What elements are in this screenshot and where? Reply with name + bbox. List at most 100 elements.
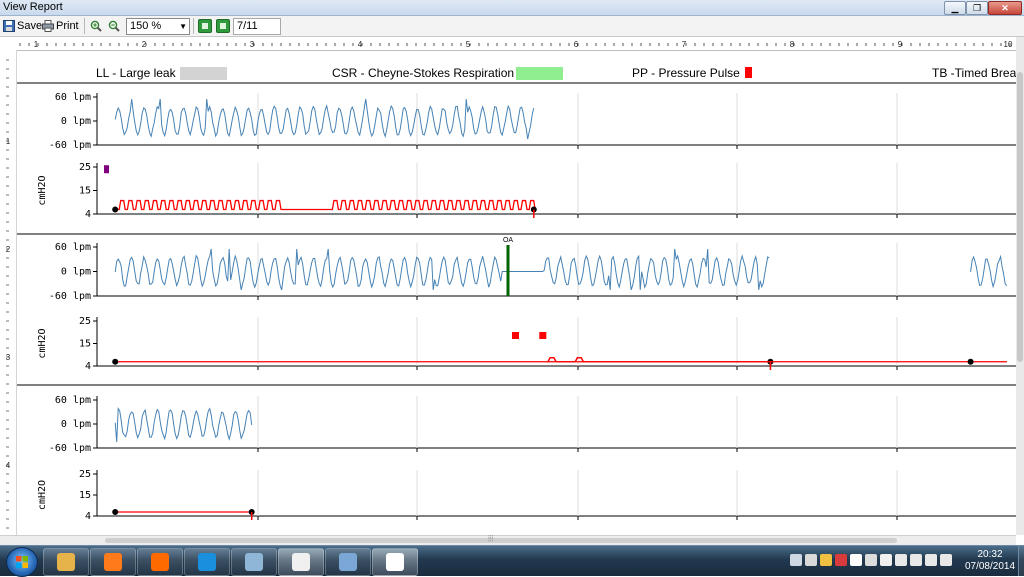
axis-unit-label: cmH2O [37, 480, 48, 510]
print-button[interactable]: Print [42, 19, 79, 33]
pressure-series-line [546, 357, 1007, 363]
print-label: Print [56, 20, 79, 32]
zoom-in-button[interactable] [90, 19, 104, 33]
file-explorer-icon [57, 553, 75, 571]
paint-icon [339, 553, 357, 571]
y-tick-label: 60 lpm [55, 92, 91, 103]
y-tick-label: 25 [79, 469, 91, 480]
clock-date: 07/08/2014 [964, 561, 1016, 572]
event-label: OA [503, 237, 513, 244]
report-viewer-icon [386, 553, 404, 571]
close-button[interactable]: ✕ [988, 1, 1022, 15]
shield-icon[interactable] [850, 554, 862, 566]
ruler-label: 1 [34, 40, 39, 49]
zoom-select[interactable]: 150 % ▼ [126, 18, 190, 35]
y-tick-label: 15 [79, 186, 91, 197]
clock-time: 20:32 [977, 549, 1003, 560]
wifi-icon[interactable] [910, 554, 922, 566]
title-bar: View Report ▁ ❐ ✕ [0, 0, 1024, 16]
phone-icon[interactable] [880, 554, 892, 566]
series-start-point [112, 206, 119, 213]
taskbar-button[interactable] [278, 548, 324, 576]
show-desktop-button[interactable] [1018, 546, 1024, 576]
minimize-button[interactable]: ▁ [944, 1, 966, 15]
vertical-scroll-thumb[interactable] [1017, 72, 1023, 362]
ruler-label: 3 [6, 353, 11, 362]
internet-explorer-icon [198, 553, 216, 571]
axis-unit-label: cmH2O [37, 328, 48, 358]
y-tick-label: 25 [79, 162, 91, 173]
next-page-button[interactable] [216, 19, 230, 33]
ruler-label: 1 [6, 137, 11, 146]
taskbar-button[interactable] [231, 548, 277, 576]
toolbar-separator [84, 18, 85, 34]
network-app-icon[interactable] [805, 554, 817, 566]
clock[interactable]: 20:32 07/08/2014 [962, 549, 1018, 573]
save-button[interactable]: Save [3, 19, 42, 33]
pressure-series-line [115, 199, 536, 211]
flow-series-line [114, 407, 253, 443]
ruler-label: 9 [898, 40, 903, 49]
y-tick-label: -60 lpm [49, 443, 91, 454]
zoom-out-icon [108, 20, 120, 32]
flow-series-line [114, 248, 770, 291]
system-tray [790, 552, 960, 570]
ruler-label: 2 [6, 245, 11, 254]
taskbar-button[interactable] [90, 548, 136, 576]
taskbar-button[interactable] [325, 548, 371, 576]
toolbar-separator [193, 18, 194, 34]
y-tick-label: 0 lpm [61, 116, 91, 127]
taskbar-button[interactable] [372, 548, 418, 576]
vertical-ruler: 1 2 3 4 [0, 50, 17, 535]
page-indicator[interactable]: 7/11 [233, 18, 281, 35]
pressure-pulse-marker [512, 332, 519, 339]
y-tick-label: 15 [79, 490, 91, 501]
y-tick-label: 25 [79, 316, 91, 327]
chevron-down-icon: ▼ [179, 22, 187, 31]
keyboard-icon[interactable] [940, 554, 952, 566]
y-tick-label: 60 lpm [55, 242, 91, 253]
pressure-pulse-marker [539, 332, 547, 339]
zoom-value: 150 % [130, 20, 162, 32]
vertical-scrollbar[interactable] [1016, 37, 1024, 535]
maximize-button[interactable]: ❐ [966, 1, 988, 15]
previous-page-button[interactable] [198, 19, 212, 33]
ruler-label: 2 [142, 40, 147, 49]
horizontal-ruler: 1 2 3 4 5 6 7 8 9 10 [0, 37, 1024, 51]
y-tick-label: 0 lpm [61, 267, 91, 278]
zoom-out-button[interactable] [108, 19, 122, 33]
toolbar: Save Print 150 % ▼ 7/11 [0, 16, 1024, 37]
flow-series-line [970, 254, 1008, 289]
remote-desktop-icon [245, 553, 263, 571]
ruler-label: 3 [250, 40, 255, 49]
series-start-point [967, 358, 974, 365]
sheep-app-icon [292, 553, 310, 571]
y-tick-label: 15 [79, 339, 91, 350]
show-hidden-icon[interactable] [790, 554, 802, 566]
media-player-icon [104, 553, 122, 571]
taskbar-button[interactable] [137, 548, 183, 576]
report-page: LL - Large leak CSR - Cheyne-Stokes Resp… [17, 50, 1016, 535]
scroll-grip-icon: ⦙⦙⦙ [488, 534, 494, 543]
printer-icon[interactable] [865, 554, 877, 566]
waveform-charts: 60 lpm 0 lpm -60 lpm 25 15 4 cmH2O 60 lpm 0 lpm -… [17, 82, 1016, 522]
start-button[interactable] [6, 547, 38, 577]
printer-icon [42, 20, 54, 33]
event-marker-square [104, 165, 109, 174]
antivirus-icon[interactable] [820, 554, 832, 566]
windows-logo-icon [16, 556, 28, 568]
ruler-label: 8 [790, 40, 795, 49]
ruler-label: 5 [466, 40, 471, 49]
signal-icon[interactable] [895, 554, 907, 566]
page-indicator-text: 7/11 [237, 20, 258, 32]
zoom-in-icon [90, 20, 102, 32]
horizontal-scroll-thumb[interactable] [105, 538, 897, 543]
taskbar-button[interactable] [43, 548, 89, 576]
ruler-label: 10 [1004, 40, 1013, 49]
security-icon[interactable] [835, 554, 847, 566]
taskbar-button[interactable] [184, 548, 230, 576]
ruler-label: 6 [574, 40, 579, 49]
taskbar: 20:32 07/08/2014 [0, 545, 1024, 577]
y-tick-label: 0 lpm [61, 419, 91, 430]
volume-icon[interactable] [925, 554, 937, 566]
